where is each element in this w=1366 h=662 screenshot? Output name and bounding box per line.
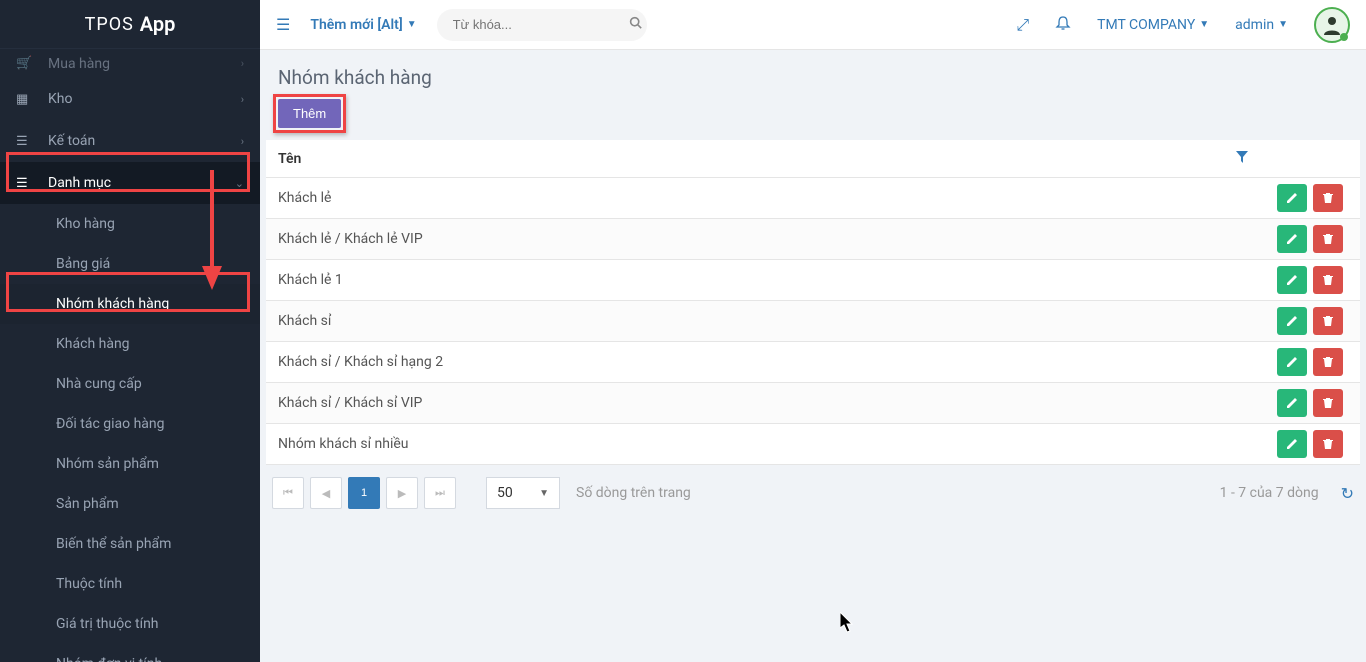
- new-button[interactable]: Thêm mới [Alt] ▼: [310, 17, 416, 33]
- page-header: Nhóm khách hàng Thêm: [260, 50, 1366, 140]
- topbar: ☰ Thêm mới [Alt] ▼ ⤢ TMT COMPANY ▼: [260, 0, 1366, 50]
- table-row[interactable]: Nhóm khách sỉ nhiều: [266, 424, 1360, 465]
- cart-icon: 🛒: [16, 56, 48, 71]
- app-logo: TPOS App: [0, 0, 260, 48]
- search-input[interactable]: [453, 17, 629, 32]
- cell-name: Nhóm khách sỉ nhiều: [266, 436, 1260, 452]
- table-row[interactable]: Khách lẻ 1: [266, 260, 1360, 301]
- pager-page-button[interactable]: 1: [348, 477, 380, 509]
- delete-button[interactable]: [1313, 389, 1343, 417]
- caret-down-icon: ▼: [1199, 19, 1209, 30]
- sidebar-sub-khachhang[interactable]: Khách hàng: [0, 324, 260, 364]
- chevron-down-icon: ⌄: [235, 177, 244, 190]
- bell-icon[interactable]: [1055, 15, 1071, 35]
- column-header-name[interactable]: Tên: [278, 151, 301, 167]
- page-size-select[interactable]: 50 ▼: [486, 477, 560, 509]
- page-title: Nhóm khách hàng: [278, 66, 1348, 89]
- chevron-right-icon: ›: [241, 57, 244, 70]
- edit-button[interactable]: [1277, 307, 1307, 335]
- delete-button[interactable]: [1313, 307, 1343, 335]
- expand-icon[interactable]: ⤢: [1016, 15, 1029, 35]
- filter-icon[interactable]: [1236, 151, 1248, 167]
- table-row[interactable]: Khách sỉ / Khách sỉ VIP: [266, 383, 1360, 424]
- cell-name: Khách sỉ: [266, 313, 1260, 329]
- caret-down-icon: ▼: [407, 19, 417, 30]
- company-dropdown[interactable]: TMT COMPANY ▼: [1097, 17, 1209, 33]
- refresh-icon[interactable]: ↻: [1341, 484, 1354, 503]
- edit-button[interactable]: [1277, 266, 1307, 294]
- sidebar-sub-doitacgiaohang[interactable]: Đối tác giao hàng: [0, 404, 260, 444]
- edit-button[interactable]: [1277, 430, 1307, 458]
- data-table: Tên Khách lẻ Khách lẻ / Khách lẻ VIP Khách…: [266, 140, 1360, 465]
- chevron-right-icon: ›: [241, 93, 244, 106]
- caret-down-icon: ▼: [1278, 19, 1288, 30]
- table-row[interactable]: Khách sỉ: [266, 301, 1360, 342]
- cell-name: Khách lẻ 1: [266, 272, 1260, 288]
- pager-last-button[interactable]: ⏭: [424, 477, 456, 509]
- sidebar-sub-nhomkhachhang[interactable]: Nhóm khách hàng: [0, 284, 260, 324]
- cell-name: Khách lẻ / Khách lẻ VIP: [266, 231, 1260, 247]
- sidebar-sub-giatrithuoctinh[interactable]: Giá trị thuộc tính: [0, 604, 260, 644]
- pager-first-button[interactable]: ⏮: [272, 477, 304, 509]
- list-icon: ☰: [16, 176, 48, 191]
- edit-button[interactable]: [1277, 184, 1307, 212]
- add-button[interactable]: Thêm: [278, 99, 341, 128]
- sidebar-sub-bienthesanpham[interactable]: Biến thể sản phẩm: [0, 524, 260, 564]
- delete-button[interactable]: [1313, 348, 1343, 376]
- cell-name: Khách sỉ / Khách sỉ hạng 2: [266, 354, 1260, 370]
- delete-button[interactable]: [1313, 225, 1343, 253]
- caret-down-icon: ▼: [539, 488, 549, 499]
- pager-info: 1 - 7 của 7 dòng: [1220, 485, 1319, 501]
- user-dropdown[interactable]: admin ▼: [1235, 17, 1288, 33]
- sidebar: TPOS App 🛒 Mua hàng › ▦ Kho › ☰ Kế toán …: [0, 0, 260, 662]
- table-row[interactable]: Khách lẻ / Khách lẻ VIP: [266, 219, 1360, 260]
- search-icon[interactable]: [629, 16, 642, 33]
- cell-name: Khách lẻ: [266, 190, 1260, 206]
- main-content: ☰ Thêm mới [Alt] ▼ ⤢ TMT COMPANY ▼: [260, 0, 1366, 662]
- list-icon: ☰: [16, 134, 48, 149]
- sidebar-sub-thuoctinh[interactable]: Thuộc tính: [0, 564, 260, 604]
- delete-button[interactable]: [1313, 266, 1343, 294]
- cell-name: Khách sỉ / Khách sỉ VIP: [266, 395, 1260, 411]
- sidebar-sub-nhomsanpham[interactable]: Nhóm sản phẩm: [0, 444, 260, 484]
- sidebar-sub-sanpham[interactable]: Sản phẩm: [0, 484, 260, 524]
- delete-button[interactable]: [1313, 184, 1343, 212]
- sidebar-item-ketoan[interactable]: ☰ Kế toán ›: [0, 120, 260, 162]
- table-row[interactable]: Khách lẻ: [266, 178, 1360, 219]
- search-box: [437, 9, 647, 41]
- pager-prev-button[interactable]: ◀: [310, 477, 342, 509]
- edit-button[interactable]: [1277, 348, 1307, 376]
- delete-button[interactable]: [1313, 430, 1343, 458]
- sidebar-item-kho[interactable]: ▦ Kho ›: [0, 78, 260, 120]
- sidebar-item-danhmuc[interactable]: ☰ Danh mục ⌄: [0, 162, 260, 204]
- sidebar-sub-nhomdonvitinh[interactable]: Nhóm đơn vị tính: [0, 644, 260, 662]
- table-row[interactable]: Khách sỉ / Khách sỉ hạng 2: [266, 342, 1360, 383]
- sidebar-sub-nhacungcap[interactable]: Nhà cung cấp: [0, 364, 260, 404]
- sidebar-item-muahang[interactable]: 🛒 Mua hàng ›: [0, 48, 260, 78]
- chevron-right-icon: ›: [241, 135, 244, 148]
- avatar[interactable]: [1314, 7, 1350, 43]
- sidebar-sub-banggia[interactable]: Bảng giá: [0, 244, 260, 284]
- edit-button[interactable]: [1277, 225, 1307, 253]
- sidebar-sub-khohang[interactable]: Kho hàng: [0, 204, 260, 244]
- table-header: Tên: [266, 140, 1360, 178]
- pager-next-button[interactable]: ▶: [386, 477, 418, 509]
- sidebar-toggle-icon[interactable]: ☰: [276, 15, 290, 34]
- pager: ⏮ ◀ 1 ▶ ⏭ 50 ▼ Số dòng trên trang 1 - 7 …: [260, 465, 1366, 521]
- grid-icon: ▦: [16, 92, 48, 107]
- online-status-dot: [1340, 33, 1348, 41]
- edit-button[interactable]: [1277, 389, 1307, 417]
- pager-label: Số dòng trên trang: [576, 485, 691, 501]
